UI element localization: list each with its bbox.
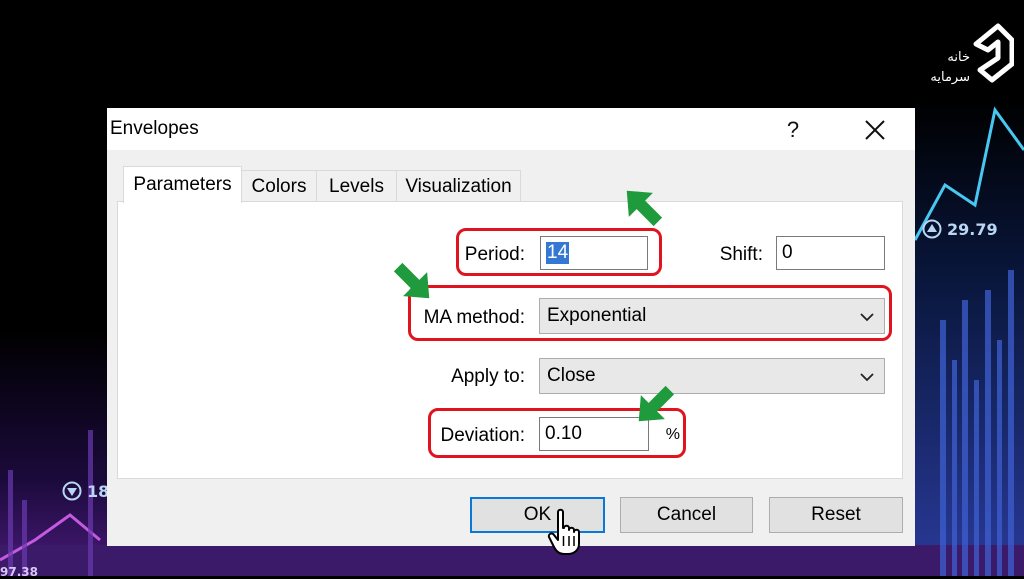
hand-cursor-icon xyxy=(547,508,580,555)
brand-line-1: خانه xyxy=(947,50,970,65)
tab-parameters[interactable]: Parameters xyxy=(123,166,242,203)
chevron-down-icon xyxy=(860,373,874,382)
price-bottom-value: 97.38 xyxy=(0,565,38,579)
tab-visualization[interactable]: Visualization xyxy=(396,170,521,202)
close-icon xyxy=(865,120,885,140)
brand-mark-icon xyxy=(973,23,1014,83)
brand-line-2: سرمایه xyxy=(930,70,970,85)
price-readout-up: 29.79 xyxy=(922,219,998,239)
shift-label: Shift: xyxy=(719,244,763,265)
brand-logo: خانه سرمایه xyxy=(898,14,1014,85)
price-readout-bottom: 97.38 xyxy=(0,565,38,579)
apply-to-select[interactable]: Close xyxy=(539,358,885,394)
arrow-pointer-icon xyxy=(638,385,675,422)
title-bar[interactable]: Envelopes ? xyxy=(107,108,915,150)
ma-method-highlight xyxy=(408,285,892,341)
help-button[interactable]: ? xyxy=(779,116,807,144)
triangle-down-icon xyxy=(62,481,82,501)
reset-button[interactable]: Reset xyxy=(769,497,903,533)
apply-to-label: Apply to: xyxy=(451,366,525,387)
triangle-up-icon xyxy=(922,219,942,239)
price-readout-down: 18 xyxy=(62,481,109,501)
shift-value: 0 xyxy=(782,242,793,263)
arrow-pointer-icon xyxy=(393,262,430,299)
close-button[interactable] xyxy=(859,114,891,146)
tab-colors[interactable]: Colors xyxy=(241,170,317,202)
price-up-value: 29.79 xyxy=(947,219,998,239)
price-down-value: 18 xyxy=(87,481,110,501)
arrow-pointer-icon xyxy=(626,190,663,227)
cancel-button[interactable]: Cancel xyxy=(620,497,753,533)
shift-input[interactable]: 0 xyxy=(776,236,885,270)
dialog-title: Envelopes xyxy=(110,118,199,139)
apply-to-value: Close xyxy=(547,365,596,386)
tab-levels[interactable]: Levels xyxy=(316,170,397,202)
